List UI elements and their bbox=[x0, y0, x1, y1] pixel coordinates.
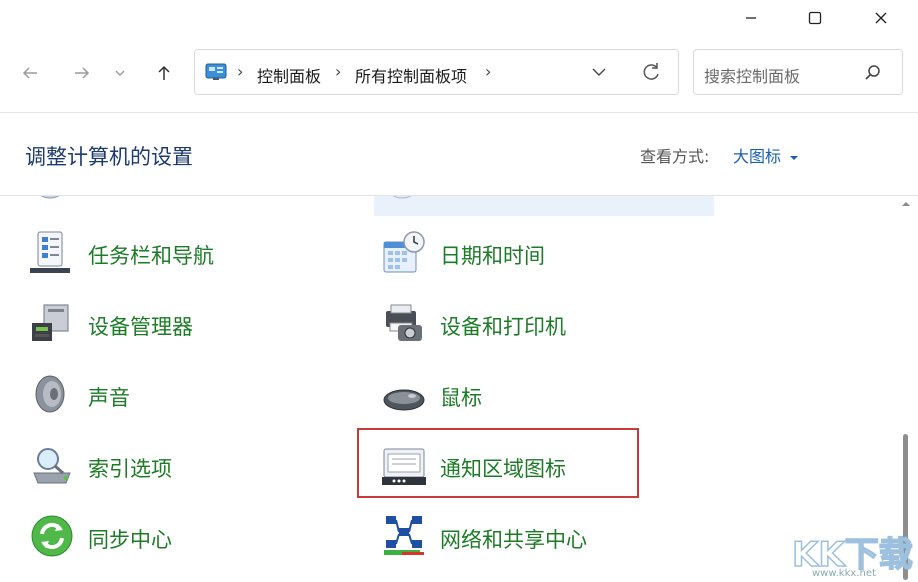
item-taskbar-navigation[interactable]: 任务栏和导航 bbox=[30, 224, 330, 280]
view-by-label: 查看方式: bbox=[640, 143, 709, 167]
refresh-icon[interactable] bbox=[641, 62, 661, 82]
item-device-manager[interactable]: 设备管理器 bbox=[30, 295, 330, 351]
highlight-annotation bbox=[357, 428, 639, 498]
vertical-scrollbar[interactable] bbox=[896, 196, 916, 582]
view-by-value: 大图标 bbox=[733, 147, 781, 166]
breadcrumb-control-panel[interactable]: 控制面板 bbox=[257, 63, 321, 87]
caret-down-icon bbox=[789, 154, 799, 162]
mouse-icon bbox=[382, 372, 426, 416]
taskbar-icon bbox=[30, 230, 74, 274]
item-sound[interactable]: 声音 bbox=[30, 366, 330, 422]
item-label: 鼠标 bbox=[440, 382, 482, 412]
item-label: 设备管理器 bbox=[88, 311, 193, 341]
item-label: 日期和时间 bbox=[440, 240, 545, 270]
partial-item-icon bbox=[384, 196, 420, 204]
calendar-clock-icon bbox=[382, 230, 426, 274]
maximize-icon bbox=[808, 11, 822, 25]
minimize-icon bbox=[744, 11, 758, 25]
address-field[interactable]: › 控制面板 › 所有控制面板项 › bbox=[194, 49, 679, 95]
chevron-down-icon bbox=[114, 67, 126, 79]
sync-icon bbox=[30, 514, 74, 558]
breadcrumb-separator: › bbox=[485, 62, 491, 81]
search-icon[interactable] bbox=[864, 64, 882, 82]
scroll-up-icon[interactable] bbox=[901, 200, 911, 208]
item-label: 设备和打印机 bbox=[440, 311, 566, 341]
up-button[interactable] bbox=[148, 57, 180, 89]
chevron-down-icon[interactable] bbox=[591, 66, 607, 78]
item-label: 同步中心 bbox=[88, 524, 172, 554]
printer-camera-icon bbox=[382, 301, 426, 345]
forward-button[interactable] bbox=[66, 57, 98, 89]
item-mouse[interactable]: 鼠标 bbox=[382, 366, 682, 422]
item-label: 网络和共享中心 bbox=[440, 524, 587, 554]
item-date-time[interactable]: 日期和时间 bbox=[382, 224, 682, 280]
watermark-url: www.kkx.net bbox=[812, 568, 876, 579]
item-sync-center[interactable]: 同步中心 bbox=[30, 508, 330, 564]
item-indexing-options[interactable]: 索引选项 bbox=[30, 437, 330, 493]
item-network-sharing-center[interactable]: 网络和共享中心 bbox=[382, 508, 682, 564]
breadcrumb-separator: › bbox=[335, 62, 341, 81]
recent-locations-button[interactable] bbox=[108, 57, 132, 89]
close-button[interactable] bbox=[858, 0, 904, 36]
network-icon bbox=[382, 514, 426, 558]
search-placeholder: 搜索控制面板 bbox=[704, 63, 800, 87]
navigation-bar: › 控制面板 › 所有控制面板项 › 搜索控制面板 bbox=[0, 40, 918, 113]
item-label: 任务栏和导航 bbox=[88, 240, 214, 270]
control-panel-items: 任务栏和导航 日期和时间 设备管理器 设备和打印机 bbox=[0, 196, 918, 582]
close-icon bbox=[874, 11, 888, 25]
back-button[interactable] bbox=[14, 57, 46, 89]
indexing-icon bbox=[30, 443, 74, 487]
breadcrumb-all-items[interactable]: 所有控制面板项 bbox=[355, 63, 467, 87]
view-by-dropdown[interactable]: 大图标 bbox=[733, 143, 799, 167]
partial-item-icon bbox=[32, 196, 68, 204]
search-field[interactable]: 搜索控制面板 bbox=[693, 49, 903, 95]
item-label: 索引选项 bbox=[88, 453, 172, 483]
page-header: 调整计算机的设置 查看方式: 大图标 bbox=[0, 113, 918, 196]
breadcrumb-separator: › bbox=[237, 62, 243, 81]
control-panel-icon bbox=[205, 63, 227, 81]
arrow-right-icon bbox=[73, 64, 91, 82]
page-title: 调整计算机的设置 bbox=[25, 141, 193, 171]
title-bar bbox=[0, 0, 918, 40]
arrow-left-icon bbox=[21, 64, 39, 82]
arrow-up-icon bbox=[155, 64, 173, 82]
speaker-icon bbox=[30, 372, 74, 416]
hovered-item-background bbox=[374, 196, 714, 216]
item-devices-printers[interactable]: 设备和打印机 bbox=[382, 295, 682, 351]
minimize-button[interactable] bbox=[728, 0, 774, 36]
item-label: 声音 bbox=[88, 382, 130, 412]
maximize-button[interactable] bbox=[792, 0, 838, 36]
device-manager-icon bbox=[30, 301, 74, 345]
